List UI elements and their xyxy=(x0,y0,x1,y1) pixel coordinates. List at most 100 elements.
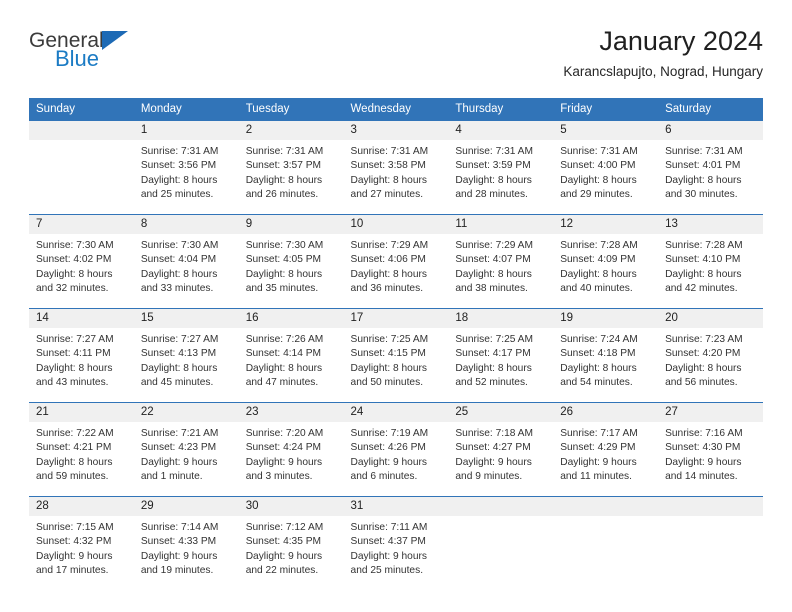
calendar-day-cell[interactable]: 18 Sunrise: 7:25 AM Sunset: 4:17 PM Dayligh… xyxy=(448,308,554,403)
calendar-day-cell[interactable]: 16 Sunrise: 7:26 AM Sunset: 4:14 PM Dayligh… xyxy=(238,308,344,403)
sunset-text: Sunset: 4:32 PM xyxy=(36,536,112,548)
daylight-text-line2: and 6 minutes. xyxy=(350,470,418,482)
sunset-text: Sunset: 4:21 PM xyxy=(36,442,112,454)
day-details: Sunrise: 7:27 AM Sunset: 4:11 PM Daylight:… xyxy=(29,328,134,402)
sunset-text: Sunset: 4:23 PM xyxy=(140,442,217,454)
day-details: Sunrise: 7:27 AM Sunset: 4:13 PM Daylight:… xyxy=(134,328,239,402)
day-number: 1 xyxy=(133,121,239,140)
daylight-text-line2: and 3 minutes. xyxy=(245,470,313,482)
day-details: Sunrise: 7:12 AM Sunset: 4:35 PM Daylight:… xyxy=(239,516,344,590)
calendar-day-cell[interactable]: 27 Sunrise: 7:16 AM Sunset: 4:30 PM Dayligh… xyxy=(658,402,763,497)
sunrise-text: Sunrise: 7:23 AM xyxy=(665,334,743,345)
daylight-text-line1: Daylight: 9 hours xyxy=(245,550,323,562)
day-number: 13 xyxy=(658,215,763,234)
calendar-day-cell[interactable]: 31 Sunrise: 7:11 AM Sunset: 4:37 PM Dayligh… xyxy=(343,496,449,590)
daylight-text-line1: Daylight: 8 hours xyxy=(350,174,427,186)
day-details: Sunrise: 7:30 AM Sunset: 4:04 PM Daylight:… xyxy=(134,234,239,308)
daylight-text-line1: Daylight: 9 hours xyxy=(560,456,637,468)
day-number: 3 xyxy=(343,121,449,140)
calendar-day-cell[interactable]: 6 Sunrise: 7:31 AM Sunset: 4:01 PM Daylight… xyxy=(658,120,763,215)
calendar-day-cell[interactable]: 15 Sunrise: 7:27 AM Sunset: 4:13 PM Dayligh… xyxy=(133,308,239,403)
sunrise-text: Sunrise: 7:28 AM xyxy=(665,240,743,251)
calendar-day-cell[interactable]: 2 Sunrise: 7:31 AM Sunset: 3:57 PM Daylight… xyxy=(238,120,344,215)
sunset-text: Sunset: 4:09 PM xyxy=(560,254,636,266)
daylight-text-line2: and 56 minutes. xyxy=(665,376,738,388)
sunrise-text: Sunrise: 7:17 AM xyxy=(560,428,638,439)
daylight-text-line1: Daylight: 9 hours xyxy=(350,550,427,562)
sunset-text: Sunset: 4:20 PM xyxy=(665,348,741,360)
calendar-day-cell[interactable]: 9 Sunrise: 7:30 AM Sunset: 4:05 PM Daylight… xyxy=(238,214,344,309)
day-details: Sunrise: 7:31 AM Sunset: 3:57 PM Daylight:… xyxy=(239,140,344,214)
sunrise-text: Sunrise: 7:19 AM xyxy=(350,428,429,439)
calendar-day-cell[interactable]: 3 Sunrise: 7:31 AM Sunset: 3:58 PM Daylight… xyxy=(343,120,449,215)
weekday-header-friday: Friday xyxy=(553,98,659,121)
calendar-day-cell[interactable]: 1 Sunrise: 7:31 AM Sunset: 3:56 PM Daylight… xyxy=(133,120,239,215)
brand-logo: General Blue xyxy=(29,26,128,70)
calendar-day-cell[interactable]: 10 Sunrise: 7:29 AM Sunset: 4:06 PM Dayligh… xyxy=(343,214,449,309)
calendar-day-cell[interactable]: 12 Sunrise: 7:28 AM Sunset: 4:09 PM Dayligh… xyxy=(553,214,659,309)
daylight-text-line1: Daylight: 9 hours xyxy=(36,550,113,562)
triangle-logo-icon xyxy=(101,31,128,50)
sunset-text: Sunset: 4:35 PM xyxy=(245,536,322,548)
daylight-text-line2: and 35 minutes. xyxy=(245,282,319,294)
daylight-text-line2: and 19 minutes. xyxy=(140,564,214,576)
day-details xyxy=(553,516,658,590)
calendar-day-cell[interactable]: 4 Sunrise: 7:31 AM Sunset: 3:59 PM Daylight… xyxy=(448,120,554,215)
daylight-text-line1: Daylight: 8 hours xyxy=(665,174,742,186)
sunset-text: Sunset: 4:11 PM xyxy=(36,348,111,360)
calendar-day-cell[interactable]: 17 Sunrise: 7:25 AM Sunset: 4:15 PM Dayligh… xyxy=(343,308,449,403)
calendar-day-cell[interactable]: 7 Sunrise: 7:30 AM Sunset: 4:02 PM Daylight… xyxy=(29,214,134,309)
calendar-day-cell[interactable]: 24 Sunrise: 7:19 AM Sunset: 4:26 PM Dayligh… xyxy=(343,402,449,497)
sunset-text: Sunset: 4:24 PM xyxy=(245,442,322,454)
day-number xyxy=(448,497,554,516)
day-number: 19 xyxy=(553,309,659,328)
sunset-text: Sunset: 4:14 PM xyxy=(245,348,322,360)
daylight-text-line1: Daylight: 8 hours xyxy=(36,456,113,468)
calendar-day-cell[interactable]: 29 Sunrise: 7:14 AM Sunset: 4:33 PM Dayligh… xyxy=(133,496,239,590)
calendar-day-cell[interactable]: 14 Sunrise: 7:27 AM Sunset: 4:11 PM Dayligh… xyxy=(29,308,134,403)
calendar-day-cell[interactable]: 30 Sunrise: 7:12 AM Sunset: 4:35 PM Dayligh… xyxy=(238,496,344,590)
calendar-day-cell[interactable]: 28 Sunrise: 7:15 AM Sunset: 4:32 PM Dayligh… xyxy=(29,496,134,590)
day-details xyxy=(658,516,763,590)
daylight-text-line1: Daylight: 8 hours xyxy=(560,268,637,280)
calendar-day-cell[interactable]: 21 Sunrise: 7:22 AM Sunset: 4:21 PM Dayligh… xyxy=(29,402,134,497)
daylight-text-line1: Daylight: 8 hours xyxy=(665,268,742,280)
daylight-text-line1: Daylight: 8 hours xyxy=(350,362,427,374)
day-details: Sunrise: 7:25 AM Sunset: 4:15 PM Daylight:… xyxy=(344,328,449,402)
calendar-table: Sunday Monday Tuesday Wednesday Thursday Frid… xyxy=(29,98,763,590)
daylight-text-line2: and 32 minutes. xyxy=(36,282,109,294)
calendar-cell-empty xyxy=(658,496,763,590)
day-number: 8 xyxy=(133,215,239,234)
daylight-text-line1: Daylight: 8 hours xyxy=(455,268,532,280)
sunrise-text: Sunrise: 7:31 AM xyxy=(245,146,324,157)
calendar-day-cell[interactable]: 13 Sunrise: 7:28 AM Sunset: 4:10 PM Dayligh… xyxy=(658,214,763,309)
day-details: Sunrise: 7:28 AM Sunset: 4:10 PM Daylight:… xyxy=(658,234,763,308)
day-details: Sunrise: 7:11 AM Sunset: 4:37 PM Daylight:… xyxy=(344,516,449,590)
day-details: Sunrise: 7:31 AM Sunset: 4:01 PM Daylight:… xyxy=(658,140,763,214)
daylight-text-line1: Daylight: 9 hours xyxy=(455,456,532,468)
daylight-text-line2: and 1 minute. xyxy=(140,470,203,482)
daylight-text-line2: and 36 minutes. xyxy=(350,282,424,294)
calendar-page: General Blue January 2024 Karancslapujto… xyxy=(0,0,792,612)
daylight-text-line2: and 17 minutes. xyxy=(36,564,109,576)
calendar-day-cell[interactable]: 11 Sunrise: 7:29 AM Sunset: 4:07 PM Dayligh… xyxy=(448,214,554,309)
calendar-day-cell[interactable]: 23 Sunrise: 7:20 AM Sunset: 4:24 PM Dayligh… xyxy=(238,402,344,497)
day-details: Sunrise: 7:21 AM Sunset: 4:23 PM Daylight:… xyxy=(134,422,239,496)
day-details: Sunrise: 7:31 AM Sunset: 3:59 PM Daylight:… xyxy=(448,140,553,214)
calendar-day-cell[interactable]: 19 Sunrise: 7:24 AM Sunset: 4:18 PM Dayligh… xyxy=(553,308,659,403)
calendar-day-cell[interactable]: 25 Sunrise: 7:18 AM Sunset: 4:27 PM Dayligh… xyxy=(448,402,554,497)
daylight-text-line1: Daylight: 9 hours xyxy=(140,456,218,468)
calendar-day-cell[interactable]: 8 Sunrise: 7:30 AM Sunset: 4:04 PM Daylight… xyxy=(133,214,239,309)
daylight-text-line1: Daylight: 9 hours xyxy=(350,456,427,468)
sunset-text: Sunset: 4:30 PM xyxy=(665,442,741,454)
calendar-day-cell[interactable]: 20 Sunrise: 7:23 AM Sunset: 4:20 PM Dayligh… xyxy=(658,308,763,403)
calendar-week-row: 28 Sunrise: 7:15 AM Sunset: 4:32 PM Dayligh… xyxy=(29,496,763,590)
calendar-day-cell[interactable]: 22 Sunrise: 7:21 AM Sunset: 4:23 PM Dayligh… xyxy=(133,402,239,497)
day-number: 6 xyxy=(658,121,763,140)
sunset-text: Sunset: 4:18 PM xyxy=(560,348,636,360)
sunset-text: Sunset: 4:29 PM xyxy=(560,442,636,454)
calendar-day-cell[interactable]: 5 Sunrise: 7:31 AM Sunset: 4:00 PM Daylight… xyxy=(553,120,659,215)
calendar-day-cell[interactable]: 26 Sunrise: 7:17 AM Sunset: 4:29 PM Dayligh… xyxy=(553,402,659,497)
calendar-cell-empty xyxy=(29,120,134,215)
sunrise-text: Sunrise: 7:31 AM xyxy=(665,146,743,157)
